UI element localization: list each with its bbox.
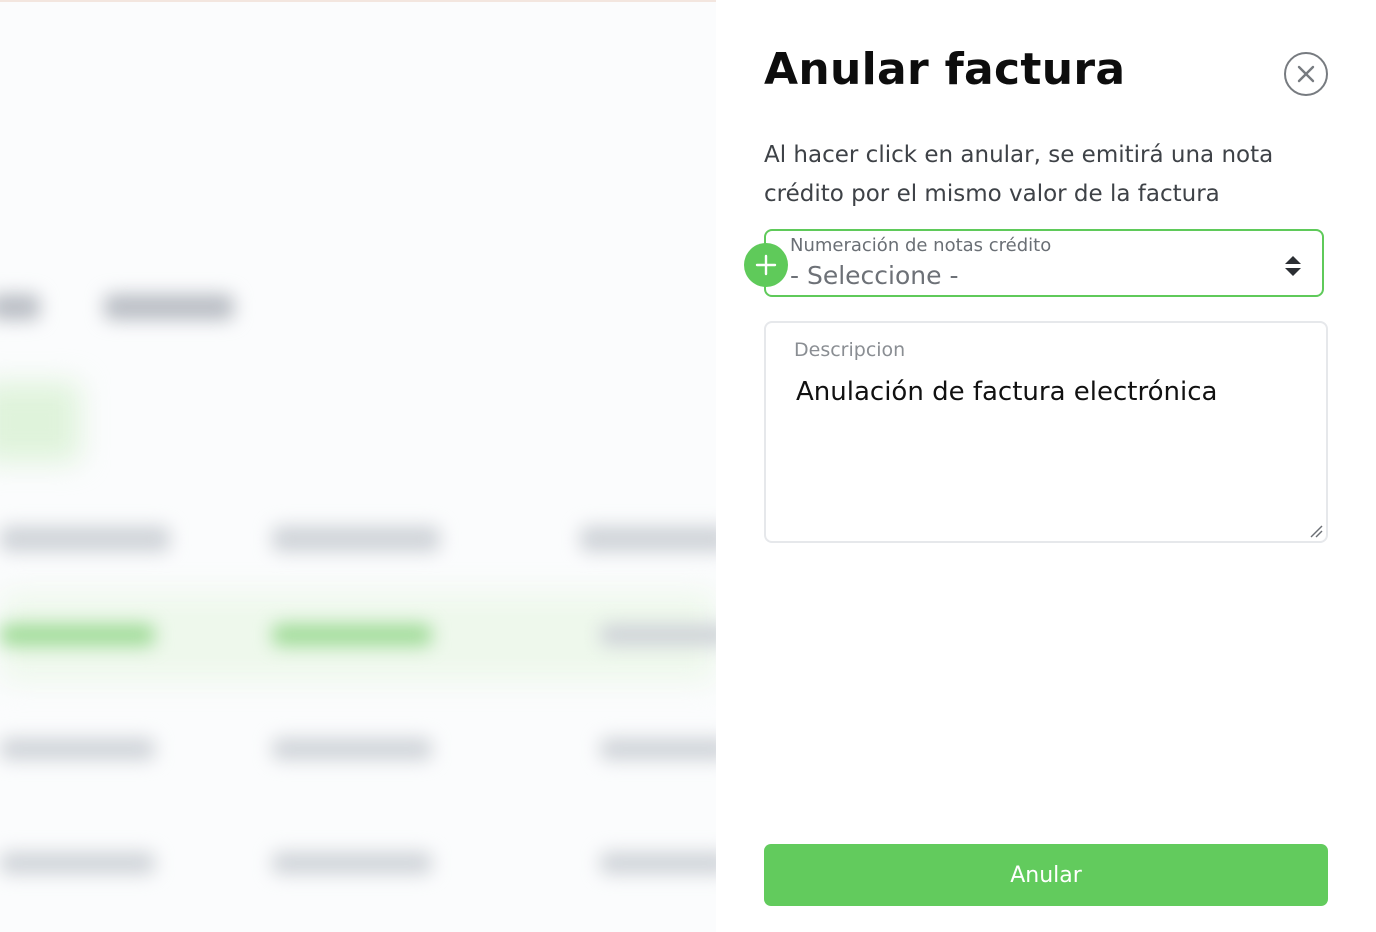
- void-submit-button[interactable]: Anular: [764, 844, 1328, 906]
- plus-icon: [755, 254, 777, 276]
- description-textarea[interactable]: Descripcion Anulación de factura electró…: [764, 321, 1328, 543]
- drawer-title: Anular factura: [764, 44, 1126, 95]
- void-invoice-drawer: Anular factura Al hacer click en anular,…: [716, 0, 1376, 932]
- description-textarea-label: Descripcion: [794, 339, 906, 361]
- numbering-select-label: Numeración de notas crédito: [790, 235, 1052, 256]
- sort-arrows-icon: [1285, 256, 1301, 276]
- blurred-background: [0, 2, 716, 932]
- close-circle-icon: [1297, 65, 1315, 83]
- numbering-select-value: - Seleccione -: [790, 261, 959, 290]
- drawer-description: Al hacer click en anular, se emitirá una…: [764, 142, 1274, 207]
- resize-handle-icon[interactable]: [1308, 523, 1324, 539]
- close-button[interactable]: [1284, 52, 1328, 96]
- description-textarea-value[interactable]: Anulación de factura electrónica: [796, 377, 1217, 407]
- add-numbering-button[interactable]: [744, 243, 788, 287]
- numbering-select[interactable]: Numeración de notas crédito - Seleccione…: [764, 229, 1324, 297]
